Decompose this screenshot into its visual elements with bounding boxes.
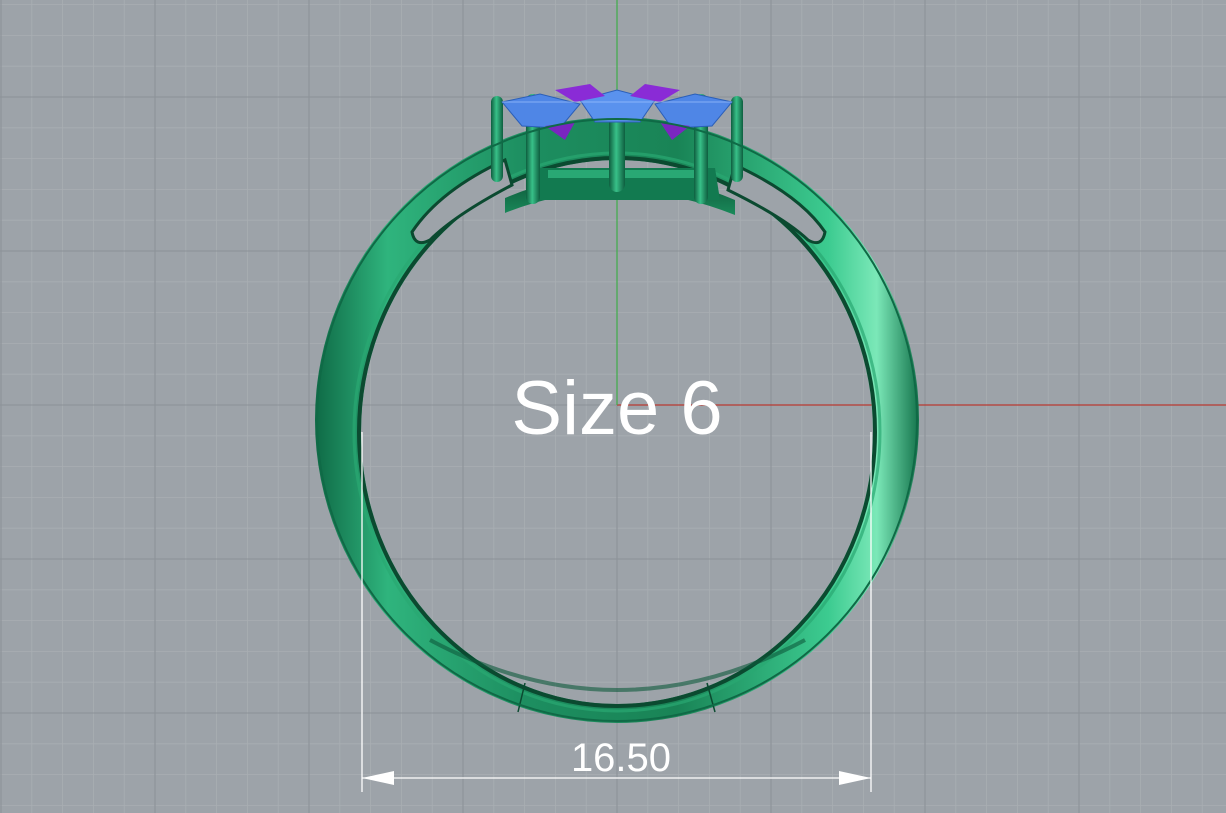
cad-viewport[interactable]: Size 6 16.50 [0, 0, 1226, 813]
dimension-value: 16.50 [571, 736, 671, 780]
prong [491, 96, 503, 182]
prong [731, 96, 743, 182]
viewport-canvas[interactable]: Size 6 16.50 [0, 0, 1226, 813]
dimension-arrow-left [362, 771, 394, 785]
dimension-arrow-right [839, 771, 871, 785]
size-label: Size 6 [511, 366, 722, 451]
